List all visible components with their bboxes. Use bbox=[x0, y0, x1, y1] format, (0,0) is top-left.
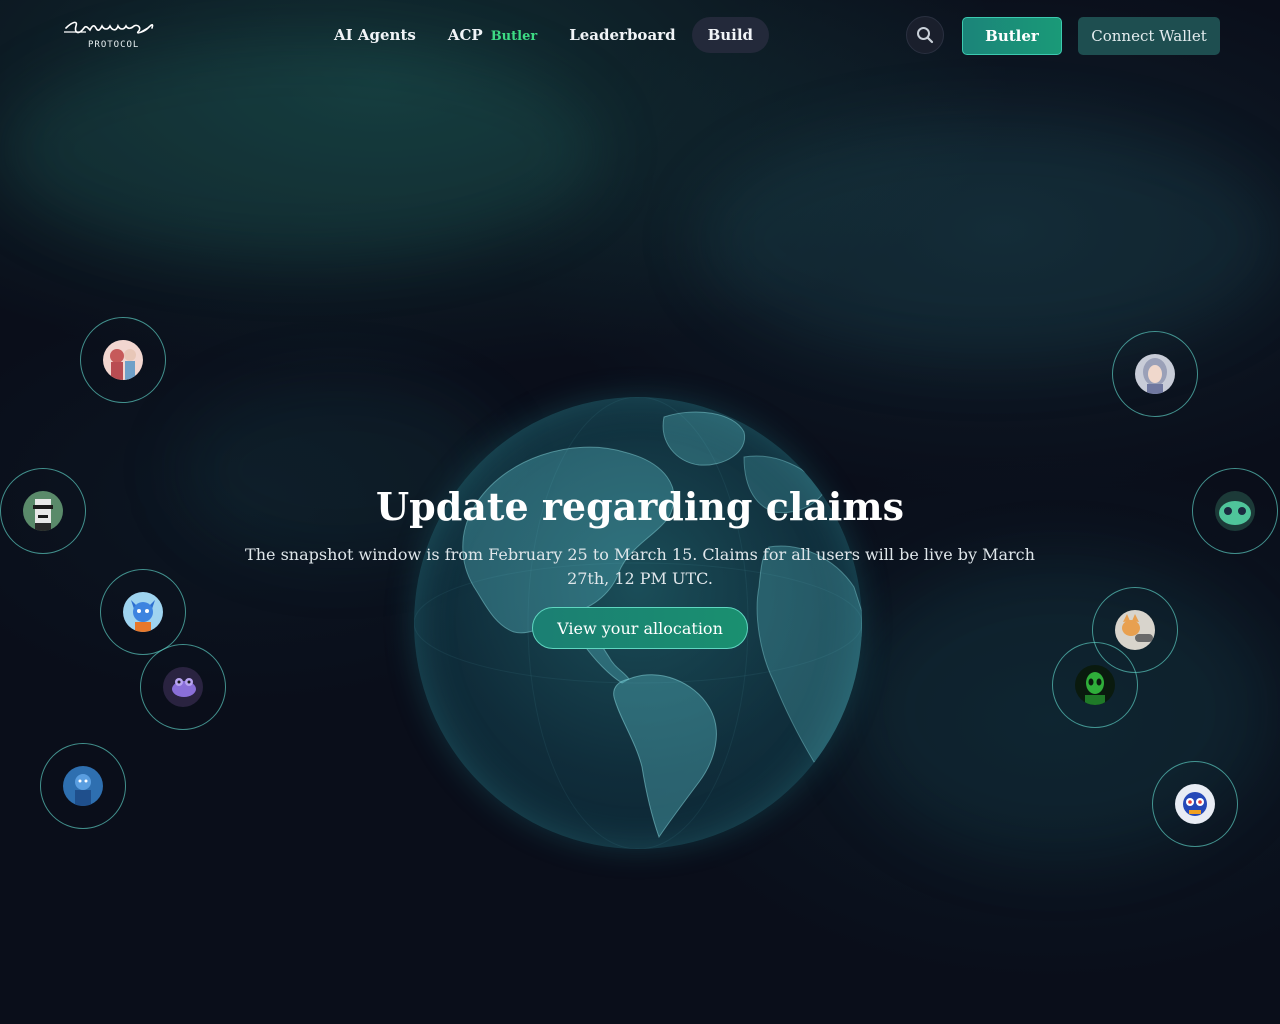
logo-subtitle: PROTOCOL bbox=[88, 40, 140, 50]
agent-avatar-pixel-ape[interactable] bbox=[0, 468, 86, 554]
top-navbar: PROTOCOL AI Agents ACP Butler Leaderboard… bbox=[0, 0, 1280, 72]
avatar bbox=[1135, 354, 1175, 394]
nav-item-leaderboard[interactable]: Leaderboard bbox=[553, 17, 691, 53]
agent-avatar-anime-couple[interactable] bbox=[80, 317, 166, 403]
avatar bbox=[63, 766, 103, 806]
agent-avatar-colorful-mask[interactable] bbox=[1152, 761, 1238, 847]
agent-avatar-silver-hair-girl[interactable] bbox=[1112, 331, 1198, 417]
avatar bbox=[163, 667, 203, 707]
hero-title: Update regarding claims bbox=[376, 484, 904, 529]
avatar bbox=[23, 491, 63, 531]
page: PROTOCOL AI Agents ACP Butler Leaderboard… bbox=[0, 0, 1280, 1024]
agent-avatar-purple-frog[interactable] bbox=[140, 644, 226, 730]
acp-butler-badge: Butler bbox=[490, 29, 538, 44]
view-allocation-button[interactable]: View your allocation bbox=[532, 607, 748, 649]
agent-avatar-green-alien[interactable] bbox=[1052, 642, 1138, 728]
nav-item-acp[interactable]: ACP Butler bbox=[432, 17, 553, 53]
avatar bbox=[1075, 665, 1115, 705]
connect-wallet-button[interactable]: Connect Wallet bbox=[1078, 17, 1220, 55]
main-nav: AI Agents ACP Butler Leaderboard Build bbox=[318, 17, 770, 53]
background-haze bbox=[0, 40, 600, 260]
avatar bbox=[1115, 610, 1155, 650]
search-icon bbox=[917, 27, 934, 44]
agent-avatar-blue-fox[interactable] bbox=[100, 569, 186, 655]
nav-item-ai-agents[interactable]: AI Agents bbox=[318, 17, 432, 53]
background-haze bbox=[700, 120, 1280, 360]
avatar bbox=[103, 340, 143, 380]
search-button[interactable] bbox=[906, 16, 944, 54]
avatar bbox=[1215, 491, 1255, 531]
agent-avatar-blue-character[interactable] bbox=[40, 743, 126, 829]
nav-item-build[interactable]: Build bbox=[691, 17, 770, 53]
butler-button[interactable]: Butler bbox=[962, 17, 1062, 55]
avatar bbox=[1175, 784, 1215, 824]
avatar bbox=[123, 592, 163, 632]
agent-avatar-green-blob[interactable] bbox=[1192, 468, 1278, 554]
virtual-protocol-logo[interactable]: PROTOCOL bbox=[64, 16, 160, 56]
nav-item-acp-label: ACP bbox=[447, 26, 483, 44]
hero-subtitle: The snapshot window is from February 25 … bbox=[245, 545, 1035, 588]
